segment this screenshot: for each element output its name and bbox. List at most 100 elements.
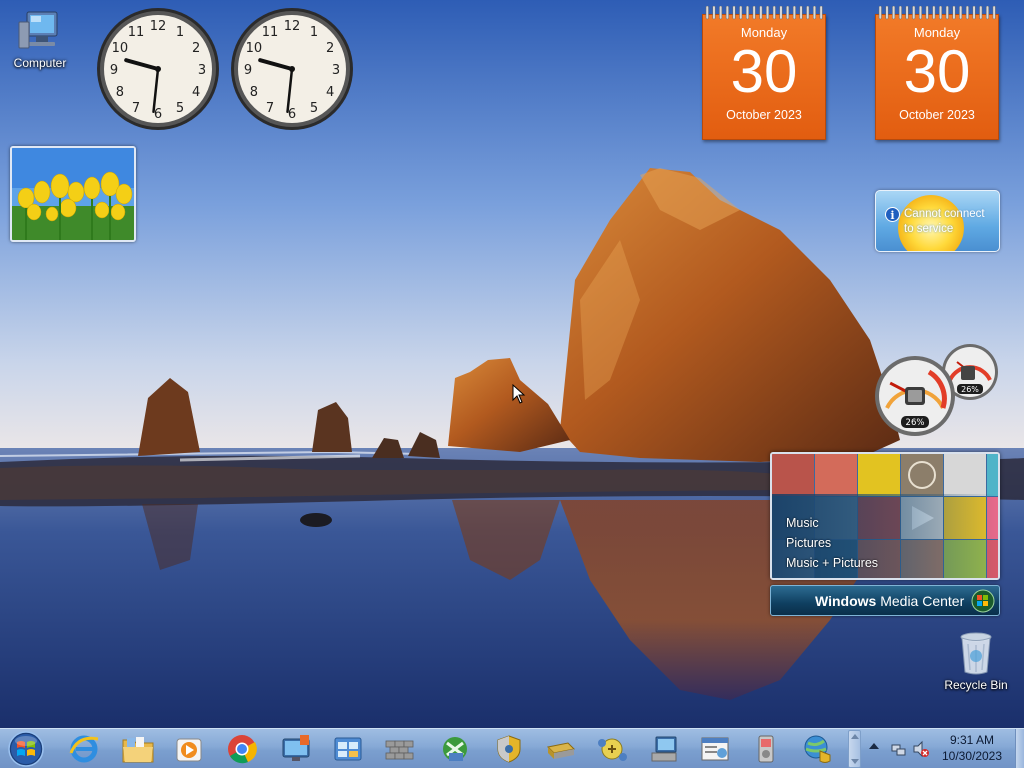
calendar-ring <box>992 6 996 20</box>
calendar-ring <box>719 6 723 20</box>
firewall-button[interactable] <box>375 731 425 767</box>
calendar-ring <box>725 6 729 20</box>
mouse-cursor-icon <box>512 384 526 404</box>
desktop-icon-label: Recycle Bin <box>944 678 1008 692</box>
calendar-ring <box>799 6 803 20</box>
memory-percent-label: 26% <box>961 385 979 394</box>
clock-number: 4 <box>326 85 334 100</box>
calendar-ring <box>979 6 983 20</box>
clock-number: 8 <box>250 85 258 100</box>
windows-start-orb[interactable] <box>4 730 48 768</box>
calendar-gadget[interactable]: Monday 30 October 2023 <box>702 6 826 140</box>
network-tray-icon[interactable] <box>891 741 907 757</box>
calendar-ring <box>985 6 989 20</box>
volume-muted-tray-icon[interactable] <box>913 740 929 758</box>
clock-number: 11 <box>262 25 279 40</box>
clock-number: 5 <box>310 101 318 116</box>
calendar-date-number: 30 <box>730 38 798 105</box>
desktop-icon-recycle-bin[interactable]: Recycle Bin <box>938 630 1014 692</box>
calendar-ring <box>965 6 969 20</box>
cpu-meter-gadget[interactable]: 26% 26% <box>873 342 1003 438</box>
media-center-orb-icon[interactable] <box>971 589 995 613</box>
calendar-date-number: 30 <box>903 38 971 105</box>
media-center-item-music-pictures[interactable]: Music + Pictures <box>786 556 878 570</box>
remote-desktop-icon <box>282 735 310 761</box>
show-desktop-button[interactable] <box>1015 729 1024 768</box>
calendar-ring <box>745 6 749 20</box>
clock-number: 5 <box>176 101 184 116</box>
calendar-month-year: October 2023 <box>899 108 975 122</box>
media-center-gadget[interactable]: Music Pictures Music + Pictures Windows … <box>770 452 1000 616</box>
media-center-item-pictures[interactable]: Pictures <box>786 536 831 550</box>
taskbar-time: 9:31 AM <box>949 733 995 747</box>
desktop[interactable]: Computer 12 1 2 3 4 5 6 7 8 9 10 11 12 1 2 3 4 5 6 7 8 9 10 11 <box>0 0 1024 728</box>
chrome-icon <box>228 735 257 764</box>
recycle-bin-icon <box>960 632 992 675</box>
network-globe-button[interactable] <box>793 731 843 767</box>
clock-number: 8 <box>116 85 124 100</box>
clock-number: 1 <box>176 25 184 40</box>
calendar-ring <box>892 6 896 20</box>
taskbar-scroll-buttons[interactable] <box>848 730 861 768</box>
device-icon <box>758 735 774 763</box>
weather-gadget[interactable]: i Cannot connect to service <box>875 190 1000 252</box>
calendar-ring <box>918 6 922 20</box>
calendar-ring <box>792 6 796 20</box>
security-shield-icon <box>497 735 521 763</box>
scroll-down-icon[interactable] <box>851 759 859 764</box>
scroll-up-icon[interactable] <box>851 734 859 739</box>
storage-drive-button[interactable] <box>535 731 585 767</box>
admin-tools-button[interactable] <box>690 731 740 767</box>
admin-tools-icon <box>701 737 729 761</box>
taskbar-clock[interactable]: 9:31 AM 10/30/2023 <box>930 732 1014 766</box>
calendar-ring <box>885 6 889 20</box>
network-sharing-button[interactable] <box>430 731 480 767</box>
info-icon: i <box>885 207 900 222</box>
security-shield-button[interactable] <box>484 731 534 767</box>
chrome-button[interactable] <box>217 731 267 767</box>
clock-face: 12 12 3 45678 9 1011 <box>97 8 219 130</box>
calendar-rings-icon <box>705 6 823 20</box>
connectivity-button[interactable] <box>587 731 637 767</box>
calendar-ring <box>712 6 716 20</box>
calendar-ring <box>898 6 902 20</box>
media-center-launch-bar[interactable]: Windows Media Center <box>770 585 1000 616</box>
calendar-ring <box>878 6 882 20</box>
calendar-ring <box>952 6 956 20</box>
media-center-item-music[interactable]: Music <box>786 516 819 530</box>
calendar-ring <box>806 6 810 20</box>
clock-gadget[interactable]: 12 1 2 3 4 5 6 7 8 9 10 11 <box>229 6 355 132</box>
calendar-ring <box>786 6 790 20</box>
show-hidden-icons-button[interactable] <box>869 743 879 749</box>
calendar-page: Monday 30 October 2023 <box>702 14 826 140</box>
clock-number: 10 <box>246 41 263 56</box>
calendar-ring <box>925 6 929 20</box>
file-explorer-button[interactable] <box>113 731 163 767</box>
media-center-brand: Windows Media Center <box>815 593 964 609</box>
firewall-icon <box>385 740 414 760</box>
clock-number: 4 <box>192 85 200 100</box>
remote-desktop-button[interactable] <box>271 731 321 767</box>
desktop-icon-computer[interactable]: Computer <box>2 8 78 70</box>
calendar-ring <box>819 6 823 20</box>
media-center-tiles: Music Pictures Music + Pictures <box>770 452 1000 580</box>
network-globe-icon <box>804 735 831 763</box>
calendar-ring <box>759 6 763 20</box>
control-panel-button[interactable] <box>323 731 373 767</box>
media-player-button[interactable] <box>164 731 214 767</box>
clock-gadget[interactable]: 12 1 2 3 4 5 6 7 8 9 10 11 <box>95 6 221 132</box>
device-button[interactable] <box>741 731 791 767</box>
calendar-ring <box>739 6 743 20</box>
calendar-rings-icon <box>878 6 996 20</box>
slideshow-gadget[interactable] <box>10 146 136 242</box>
media-center-brand-bold: Windows <box>815 593 877 609</box>
computer-monitor-button[interactable] <box>639 731 689 767</box>
weather-status-message: Cannot connect to service <box>904 208 985 235</box>
internet-explorer-button[interactable] <box>59 731 109 767</box>
clock-number: 12 <box>284 19 301 34</box>
calendar-ring <box>705 6 709 20</box>
taskbar-date: 10/30/2023 <box>941 749 1003 763</box>
calendar-ring <box>779 6 783 20</box>
calendar-gadget[interactable]: Monday 30 October 2023 <box>875 6 999 140</box>
calendar-ring <box>959 6 963 20</box>
